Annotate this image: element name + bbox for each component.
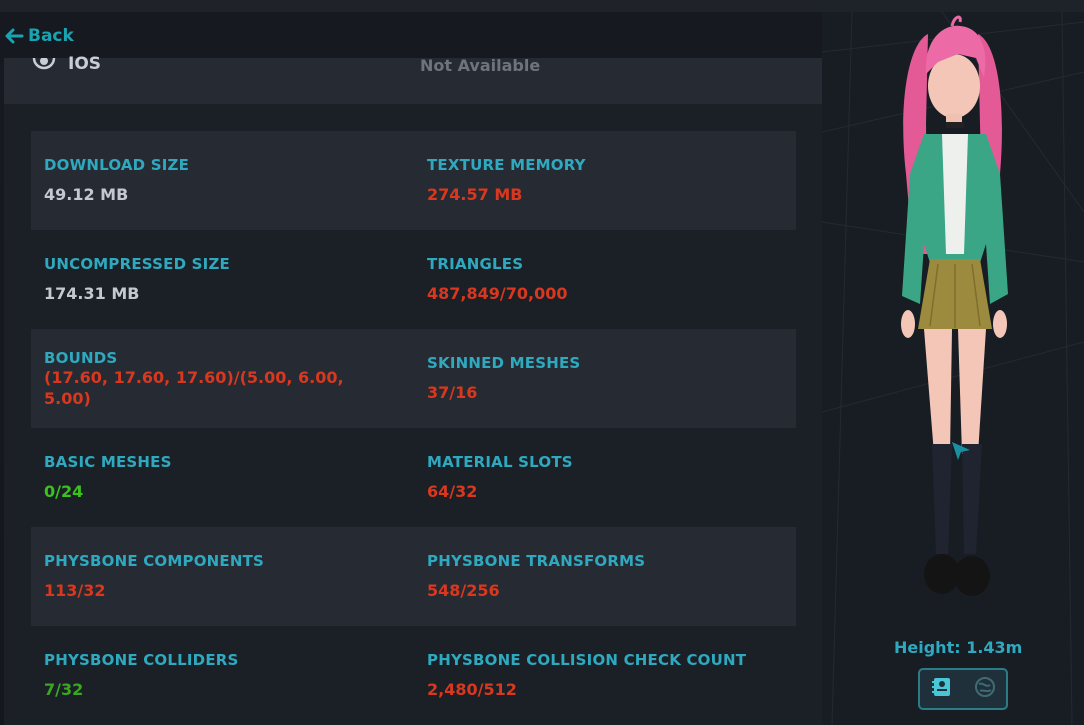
stat-material-slots: MATERIAL SLOTS 64/32 bbox=[427, 428, 787, 527]
stats-table: DOWNLOAD SIZE 49.12 MB TEXTURE MEMORY 27… bbox=[31, 131, 796, 725]
apple-logo-icon bbox=[32, 57, 56, 74]
platform-name: IOS bbox=[68, 54, 102, 74]
cursor-icon bbox=[950, 440, 972, 466]
stat-label: PHYSBONE TRANSFORMS bbox=[427, 552, 646, 570]
stat-label: TRIANGLES bbox=[427, 255, 524, 273]
stat-uncompressed-size: UNCOMPRESSED SIZE 174.31 MB bbox=[44, 230, 404, 329]
performance-panel: IOS Not Available DOWNLOAD SIZE 49.12 MB… bbox=[4, 54, 822, 725]
avatar-card-icon bbox=[931, 676, 953, 702]
stat-label: BASIC MESHES bbox=[44, 453, 172, 471]
stat-skinned-meshes: SKINNED MESHES 37/16 bbox=[427, 329, 787, 428]
stat-label: PHYSBONE COMPONENTS bbox=[44, 552, 265, 570]
stat-value: 548/256 bbox=[427, 581, 500, 600]
stat-value: 274.57 MB bbox=[427, 185, 523, 204]
stat-label: MATERIAL SLOTS bbox=[427, 453, 573, 471]
stat-value: 49.12 MB bbox=[44, 185, 129, 204]
stat-value: 487,849/70,000 bbox=[427, 284, 568, 303]
world-view-button[interactable] bbox=[970, 674, 1000, 704]
avatar-performance-screen: Back IOS Not Available DOWNLOAD SIZE 49.… bbox=[0, 0, 1084, 725]
platform-status: Not Available bbox=[420, 56, 541, 75]
stat-download-size: DOWNLOAD SIZE 49.12 MB bbox=[44, 131, 404, 230]
stat-bounds: BOUNDS (17.60, 17.60, 17.60)/(5.00, 6.00… bbox=[44, 329, 404, 428]
stat-label: SKINNED MESHES bbox=[427, 354, 581, 372]
platform-row: IOS Not Available bbox=[4, 54, 822, 104]
stat-texture-memory: TEXTURE MEMORY 274.57 MB bbox=[427, 131, 787, 230]
stat-label: BOUNDS bbox=[44, 348, 118, 367]
stat-row: PHYSBONE COMPONENTS 113/32 PHYSBONE TRAN… bbox=[31, 527, 796, 626]
stat-row: PHYSBONE COLLIDERS 7/32 PHYSBONE COLLISI… bbox=[31, 626, 796, 725]
stat-physbone-transforms: PHYSBONE TRANSFORMS 548/256 bbox=[427, 527, 787, 626]
top-bar bbox=[0, 0, 1084, 12]
stat-physbone-components: PHYSBONE COMPONENTS 113/32 bbox=[44, 527, 404, 626]
stat-row: BASIC MESHES 0/24 MATERIAL SLOTS 64/32 bbox=[31, 428, 796, 527]
stat-value: 2,480/512 bbox=[427, 680, 517, 699]
preview-view-toggle bbox=[918, 668, 1008, 710]
stat-label: UNCOMPRESSED SIZE bbox=[44, 255, 230, 273]
stat-value: 174.31 MB bbox=[44, 284, 140, 303]
stat-label: DOWNLOAD SIZE bbox=[44, 156, 190, 174]
stat-row: UNCOMPRESSED SIZE 174.31 MB TRIANGLES 48… bbox=[31, 230, 796, 329]
stat-row: DOWNLOAD SIZE 49.12 MB TEXTURE MEMORY 27… bbox=[31, 131, 796, 230]
stat-value: (17.60, 17.60, 17.60)/(5.00, 6.00, 5.00) bbox=[44, 367, 344, 408]
stat-physbone-collision-check-count: PHYSBONE COLLISION CHECK COUNT 2,480/512 bbox=[427, 626, 787, 725]
stat-label: PHYSBONE COLLIDERS bbox=[44, 651, 239, 669]
avatar-model bbox=[901, 15, 1008, 596]
stat-label: PHYSBONE COLLISION CHECK COUNT bbox=[427, 651, 747, 669]
stat-physbone-colliders: PHYSBONE COLLIDERS 7/32 bbox=[44, 626, 404, 725]
arrow-left-icon bbox=[4, 28, 24, 44]
stat-triangles: TRIANGLES 487,849/70,000 bbox=[427, 230, 787, 329]
avatar-height: Height: 1.43m bbox=[894, 638, 1023, 657]
avatar-card-view-button[interactable] bbox=[927, 674, 957, 704]
globe-icon bbox=[974, 676, 996, 702]
stat-value: 64/32 bbox=[427, 482, 478, 501]
avatar-preview[interactable]: Height: 1.43m bbox=[822, 12, 1084, 725]
stat-value: 37/16 bbox=[427, 383, 478, 402]
back-button[interactable]: Back bbox=[4, 24, 74, 48]
stat-value: 7/32 bbox=[44, 680, 84, 699]
stat-row: BOUNDS (17.60, 17.60, 17.60)/(5.00, 6.00… bbox=[31, 329, 796, 428]
back-label: Back bbox=[28, 26, 74, 46]
stat-value: 113/32 bbox=[44, 581, 106, 600]
stat-basic-meshes: BASIC MESHES 0/24 bbox=[44, 428, 404, 527]
stat-value: 0/24 bbox=[44, 482, 84, 501]
stat-label: TEXTURE MEMORY bbox=[427, 156, 586, 174]
